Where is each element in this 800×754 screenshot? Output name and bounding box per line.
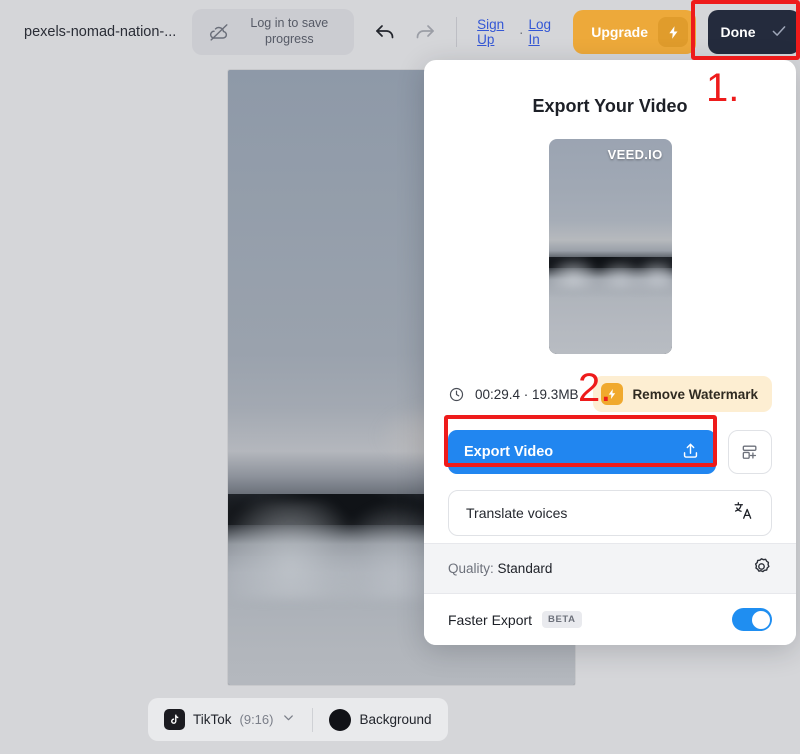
duration-and-size: 00:29.4 · 19.3MB <box>475 386 579 402</box>
chevron-down-icon <box>281 710 296 730</box>
aspect-ratio-selector[interactable]: TikTok (9:16) <box>148 698 312 741</box>
done-button[interactable]: Done <box>708 10 800 54</box>
quality-setting-row[interactable]: Quality: Standard <box>424 543 796 593</box>
sign-up-link[interactable]: Sign Up <box>477 17 514 47</box>
faster-export-row: Faster Export BETA <box>424 593 796 645</box>
aspect-ratio-label: TikTok <box>193 712 232 727</box>
faster-export-toggle[interactable] <box>732 608 772 631</box>
history-controls <box>372 19 438 45</box>
veed-watermark: VEED.IO <box>607 147 663 162</box>
quality-value: Standard <box>497 561 553 576</box>
export-panel-title: Export Your Video <box>532 96 688 116</box>
export-preview-wrap: VEED.IO <box>424 139 796 354</box>
login-to-save-button[interactable]: Log in to save progress <box>192 9 355 55</box>
upload-icon <box>681 441 700 463</box>
canvas-bottom-toolbar: TikTok (9:16) Background <box>148 698 448 741</box>
gear-icon[interactable] <box>751 556 772 582</box>
cloud-off-icon <box>208 21 230 43</box>
beta-badge: BETA <box>542 611 582 628</box>
check-icon <box>770 22 788 43</box>
export-meta-row: 00:29.4 · 19.3MB Remove Watermark <box>448 376 772 412</box>
aspect-ratio-value: (9:16) <box>239 712 274 727</box>
faster-export-label: Faster Export <box>448 611 533 628</box>
background-color-swatch <box>329 708 352 731</box>
project-file-name[interactable]: pexels-nomad-nation-... <box>24 24 176 40</box>
background-button[interactable]: Background <box>313 698 447 741</box>
header-divider <box>456 17 458 47</box>
veed-editor-window: pexels-nomad-nation-... Log in to save p… <box>0 0 800 754</box>
translate-voices-label: Translate voices <box>466 505 568 521</box>
log-in-link[interactable]: Log In <box>528 17 557 47</box>
login-to-save-label: Log in to save progress <box>250 16 329 46</box>
lightning-bolt-icon <box>601 383 624 405</box>
upgrade-button[interactable]: Upgrade <box>573 10 696 54</box>
lightning-bolt-icon <box>658 17 688 47</box>
toggle-knob <box>751 610 770 629</box>
export-video-label: Export Video <box>464 444 554 460</box>
remove-watermark-button[interactable]: Remove Watermark <box>593 376 772 412</box>
tiktok-icon <box>164 709 185 730</box>
clock-icon <box>448 386 465 403</box>
app-header: pexels-nomad-nation-... Log in to save p… <box>0 0 800 64</box>
panel-spacer <box>424 536 796 543</box>
done-label: Done <box>720 24 756 40</box>
background-label: Background <box>359 712 432 727</box>
export-video-thumbnail[interactable]: VEED.IO <box>548 139 672 354</box>
translate-voices-button[interactable]: Translate voices <box>448 490 772 536</box>
export-video-button[interactable]: Export Video <box>448 430 716 474</box>
undo-arrow-icon[interactable] <box>372 19 398 45</box>
quality-key: Quality: <box>448 561 494 576</box>
export-action-row: Export Video <box>448 430 772 474</box>
add-to-workspace-icon[interactable] <box>728 430 772 474</box>
translate-icon <box>733 500 754 526</box>
faster-export-left: Faster Export BETA <box>448 611 582 628</box>
redo-arrow-icon[interactable] <box>412 19 438 45</box>
remove-watermark-label: Remove Watermark <box>632 386 758 402</box>
export-panel: Export Your Video VEED.IO 00:29.4 · 19.3… <box>424 60 796 645</box>
thumbnail-fog-wisps <box>548 259 672 290</box>
auth-separator: · <box>518 24 524 40</box>
upgrade-label: Upgrade <box>591 24 648 40</box>
quality-text: Quality: Standard <box>448 561 552 576</box>
auth-links: Sign Up · Log In <box>477 17 557 47</box>
